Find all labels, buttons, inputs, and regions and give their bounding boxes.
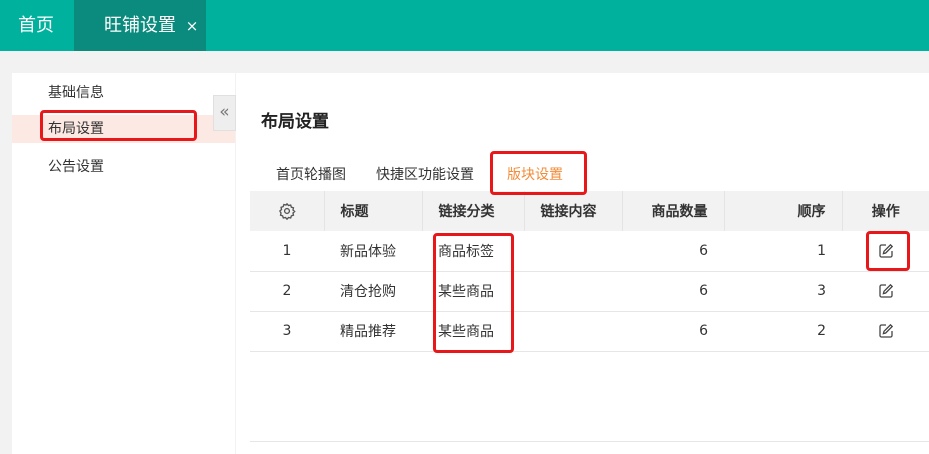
sidebar-item-basic-info[interactable]: 基础信息 [12, 79, 235, 107]
table-row: 2 清仓抢购 某些商品 6 3 [250, 271, 929, 312]
tab-carousel[interactable]: 首页轮播图 [276, 164, 346, 184]
top-bar: 首页 旺铺设置 × [0, 0, 929, 51]
table-row: 3 精品推荐 某些商品 6 2 [250, 311, 929, 352]
table-bottom-divider [250, 441, 929, 442]
row-link-category: 某些商品 [422, 271, 524, 312]
row-index: 1 [250, 231, 324, 272]
table-header-row: 标题 链接分类 链接内容 商品数量 顺序 操作 [250, 191, 929, 231]
row-actions [842, 271, 929, 312]
tab-shop-settings-label: 旺铺设置 [104, 15, 176, 36]
tab-shop-settings[interactable]: 旺铺设置 × [74, 0, 206, 51]
gear-icon[interactable] [278, 202, 296, 221]
row-link-category: 某些商品 [422, 311, 524, 352]
row-title: 清仓抢购 [324, 271, 422, 312]
column-header-title: 标题 [324, 191, 423, 231]
row-quantity: 6 [622, 311, 724, 352]
row-link-content [524, 271, 622, 312]
sidebar: 基础信息 布局设置 公告设置 [12, 73, 235, 454]
row-order: 1 [724, 231, 842, 272]
row-link-content [524, 231, 622, 272]
main-panel: 布局设置 首页轮播图 快捷区功能设置 版块设置 标题 链接分类 链接内容 商品数… [236, 73, 929, 454]
row-actions [842, 231, 929, 272]
edit-icon[interactable] [878, 243, 894, 259]
sections-table: 标题 链接分类 链接内容 商品数量 顺序 操作 1 新品体验 商品标签 6 1 [250, 191, 929, 352]
row-index: 3 [250, 311, 324, 352]
row-link-content [524, 311, 622, 352]
row-quantity: 6 [622, 271, 724, 312]
row-actions [842, 311, 929, 352]
row-title: 新品体验 [324, 231, 422, 272]
double-chevron-left-icon[interactable]: « [213, 95, 236, 131]
column-header-quantity: 商品数量 [622, 191, 725, 231]
edit-icon[interactable] [878, 323, 894, 339]
row-link-category: 商品标签 [422, 231, 524, 272]
row-quantity: 6 [622, 231, 724, 272]
edit-icon[interactable] [878, 283, 894, 299]
sidebar-item-layout[interactable]: 布局设置 [12, 115, 235, 143]
column-header-order: 顺序 [724, 191, 843, 231]
tab-section-settings[interactable]: 版块设置 [507, 164, 563, 184]
tab-shortcut-settings[interactable]: 快捷区功能设置 [376, 164, 474, 184]
row-order: 3 [724, 271, 842, 312]
table-row: 1 新品体验 商品标签 6 1 [250, 231, 929, 272]
tab-home[interactable]: 首页 [18, 0, 54, 51]
sidebar-item-announcement[interactable]: 公告设置 [12, 153, 235, 181]
column-header-link-content: 链接内容 [524, 191, 623, 231]
column-settings[interactable] [250, 191, 325, 231]
column-header-actions: 操作 [842, 191, 929, 231]
close-icon[interactable]: × [186, 17, 199, 35]
row-index: 2 [250, 271, 324, 312]
column-header-link-category: 链接分类 [422, 191, 525, 231]
page-title: 布局设置 [261, 112, 329, 132]
row-order: 2 [724, 311, 842, 352]
row-title: 精品推荐 [324, 311, 422, 352]
